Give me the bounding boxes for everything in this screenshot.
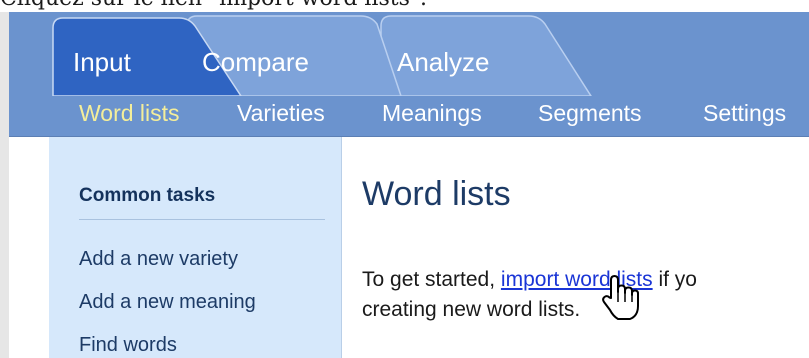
intro-text-before: To get started, [362, 268, 501, 291]
hand-pointer-icon [602, 275, 639, 320]
intro-text-after: if yo [652, 268, 697, 291]
subnav-word-lists[interactable]: Word lists [79, 98, 180, 128]
tab-analyze[interactable]: Analyze [397, 47, 490, 77]
add-variety-link[interactable]: Add a new variety [79, 248, 238, 271]
subnav-varieties[interactable]: Varieties [237, 98, 325, 128]
tab-input[interactable]: Input [73, 47, 131, 77]
ribbon: Input Compare Analyze Word lists Varieti… [9, 12, 809, 137]
subnav-meanings[interactable]: Meanings [382, 98, 482, 128]
page-title: Word lists [362, 175, 511, 213]
sidebar-divider [79, 219, 325, 220]
tab-compare[interactable]: Compare [202, 47, 309, 77]
task-sidebar: Common tasks Add a new variety Add a new… [49, 137, 342, 358]
sidebar-heading: Common tasks [79, 185, 216, 206]
subnav-bar: Word lists Varieties Meanings Segments S… [9, 94, 809, 132]
find-words-link[interactable]: Find words [79, 334, 177, 357]
subnav-settings[interactable]: Settings [703, 98, 786, 128]
subnav-segments[interactable]: Segments [538, 98, 642, 128]
main-content: Word lists To get started, import word l… [342, 137, 809, 358]
app-window: Input Compare Analyze Word lists Varieti… [9, 12, 809, 358]
intro-text-line2: creating new word lists. [362, 298, 581, 321]
add-meaning-link[interactable]: Add a new meaning [79, 291, 256, 314]
intro-paragraph: To get started, import word lists if yo … [362, 265, 809, 325]
